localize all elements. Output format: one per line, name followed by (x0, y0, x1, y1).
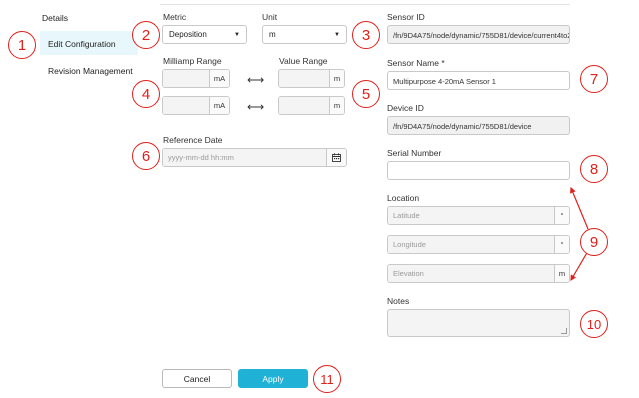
value-min-input[interactable]: m (278, 69, 345, 88)
sensor-name-input[interactable]: Multipurpose 4-20mA Sensor 1 (387, 71, 570, 90)
calendar-icon-glyph (332, 153, 341, 162)
metric-value: Deposition (169, 30, 207, 39)
annotation-marker-5: 5 (352, 80, 380, 108)
caret-down-icon: ▼ (334, 31, 340, 38)
milliamp-range-label: Milliamp Range (163, 56, 222, 66)
location-label: Location (387, 193, 420, 203)
longitude-placeholder: Longitude (388, 236, 554, 253)
reference-date-input[interactable]: yyyy-mm-dd hh:mm (162, 148, 347, 167)
unit-value: m (269, 30, 276, 39)
sidebar-item-details[interactable]: Details (42, 13, 68, 23)
apply-button[interactable]: Apply (238, 369, 308, 388)
annotation-marker-11: 11 (313, 365, 341, 393)
caret-down-icon: ▼ (234, 31, 240, 38)
milliamp-max-input[interactable]: mA (162, 96, 230, 115)
annotation-arrow-elevation (570, 250, 589, 282)
unit-select[interactable]: m ▼ (262, 25, 347, 44)
annotation-arrow-latitude (570, 186, 589, 230)
device-id-label: Device ID (387, 103, 424, 113)
cancel-button[interactable]: Cancel (162, 369, 232, 388)
milliamp-max-value (163, 97, 209, 114)
value-range-label: Value Range (279, 56, 328, 66)
annotation-marker-10: 10 (580, 310, 608, 338)
sensor-name-label: Sensor Name * (387, 58, 445, 68)
milliamp-min-unit: mA (209, 70, 229, 87)
longitude-input[interactable]: Longitude ° (387, 235, 570, 254)
annotation-marker-1: 1 (8, 31, 36, 59)
serial-number-input[interactable] (387, 161, 570, 180)
unit-label: Unit (262, 12, 278, 22)
reference-date-label: Reference Date (163, 135, 223, 145)
resize-handle-icon[interactable] (561, 328, 567, 334)
metric-label: Metric (163, 12, 187, 22)
double-arrow-icon: ⟷ (247, 73, 265, 87)
milliamp-min-input[interactable]: mA (162, 69, 230, 88)
annotation-marker-9: 9 (580, 228, 608, 256)
latitude-input[interactable]: Latitude ° (387, 206, 570, 225)
reference-date-placeholder: yyyy-mm-dd hh:mm (163, 149, 326, 166)
value-min-value (279, 70, 329, 87)
value-max-input[interactable]: m (278, 96, 345, 115)
serial-number-label: Serial Number (387, 148, 442, 158)
notes-textarea[interactable] (387, 309, 570, 337)
milliamp-min-value (163, 70, 209, 87)
double-arrow-icon: ⟷ (247, 100, 265, 114)
sidebar-item-revision-management[interactable]: Revision Management (48, 66, 133, 76)
notes-label: Notes (387, 296, 410, 306)
milliamp-max-unit: mA (209, 97, 229, 114)
annotation-marker-3: 3 (352, 21, 380, 49)
annotation-marker-6: 6 (132, 142, 160, 170)
annotation-marker-7: 7 (580, 65, 608, 93)
annotation-marker-4: 4 (132, 80, 160, 108)
device-id-field: /fn/9D4A75/node/dynamic/755D81/device (387, 116, 570, 135)
longitude-unit: ° (554, 236, 569, 253)
sensor-id-field: /fn/9D4A75/node/dynamic/755D81/device/cu… (387, 25, 570, 44)
elevation-unit: m (554, 265, 569, 282)
top-divider (160, 4, 570, 5)
value-max-value (279, 97, 329, 114)
value-min-unit: m (329, 70, 344, 87)
elevation-input[interactable]: Elevation m (387, 264, 570, 283)
latitude-placeholder: Latitude (388, 207, 554, 224)
value-max-unit: m (329, 97, 344, 114)
annotation-marker-2: 2 (132, 21, 160, 49)
annotation-marker-8: 8 (580, 155, 608, 183)
latitude-unit: ° (554, 207, 569, 224)
sidebar-item-edit-configuration[interactable]: Edit Configuration (48, 39, 116, 49)
elevation-placeholder: Elevation (388, 265, 554, 282)
metric-select[interactable]: Deposition ▼ (162, 25, 247, 44)
sensor-id-label: Sensor ID (387, 12, 425, 22)
calendar-icon[interactable] (326, 149, 346, 166)
